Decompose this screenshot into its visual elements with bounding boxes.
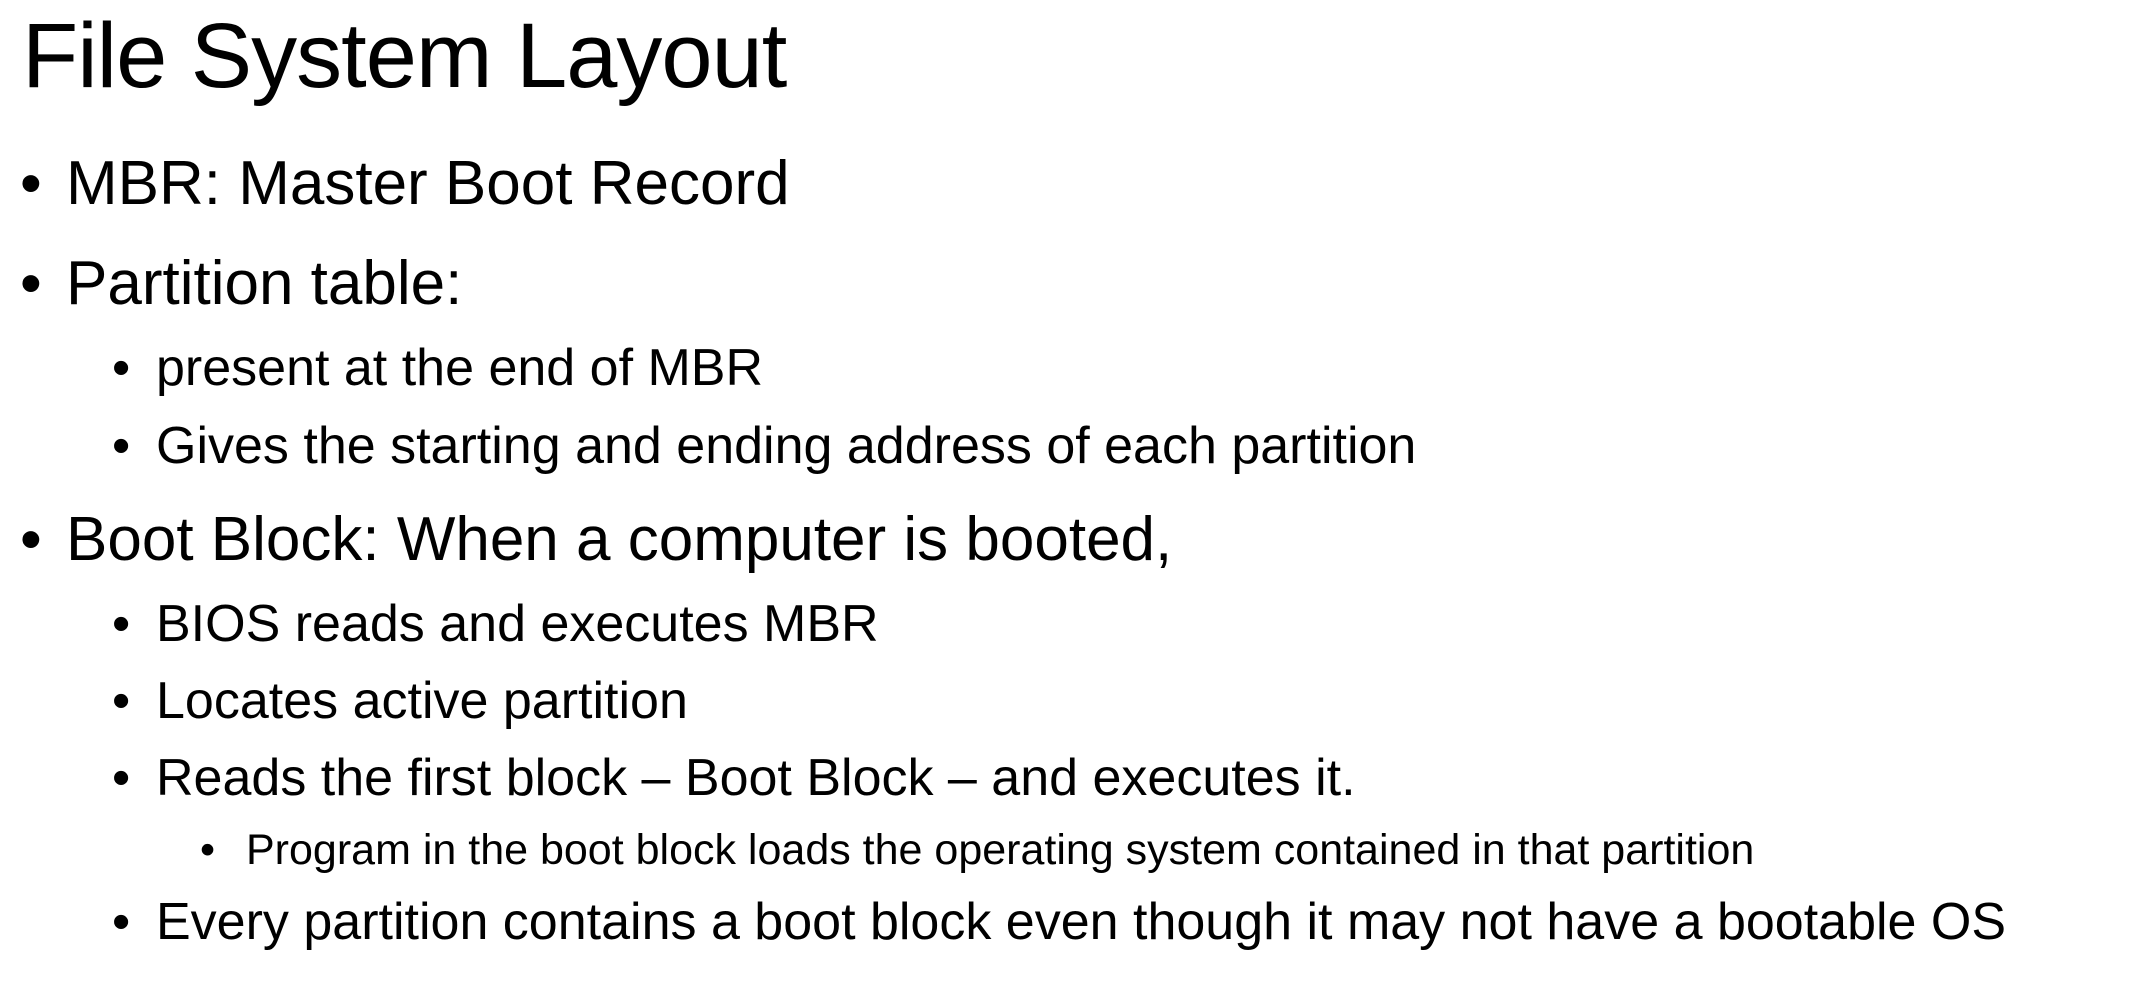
slide: File System Layout • MBR: Master Boot Re…	[0, 0, 2146, 998]
bullet-text: Partition table:	[66, 249, 463, 318]
bullet-text: Every partition contains a boot block ev…	[156, 893, 2007, 951]
bullet-icon: •	[200, 826, 216, 874]
sub-bullet-item: • Reads the first block – Boot Block – a…	[112, 748, 1356, 808]
bullet-icon: •	[112, 339, 131, 397]
bullet-icon: •	[20, 149, 42, 218]
sub-bullet-item: • Every partition contains a boot block …	[112, 892, 2006, 952]
sub-sub-bullet-item: • Program in the boot block loads the op…	[200, 826, 1754, 875]
bullet-icon: •	[112, 672, 131, 730]
bullet-text: BIOS reads and executes MBR	[156, 595, 879, 653]
bullet-text: Program in the boot block loads the oper…	[246, 826, 1755, 874]
bullet-icon: •	[112, 417, 131, 475]
bullet-icon: •	[20, 505, 42, 574]
bullet-text: present at the end of MBR	[156, 339, 764, 397]
bullet-item: • MBR: Master Boot Record	[20, 148, 790, 219]
bullet-text: Locates active partition	[156, 672, 688, 730]
bullet-list: • MBR: Master Boot Record • Partition ta…	[0, 0, 2146, 998]
bullet-icon: •	[20, 249, 42, 318]
bullet-icon: •	[112, 893, 131, 951]
sub-bullet-item: • Locates active partition	[112, 671, 688, 731]
bullet-icon: •	[112, 749, 131, 807]
bullet-item: • Partition table:	[20, 248, 462, 319]
sub-bullet-item: • Gives the starting and ending address …	[112, 416, 1416, 476]
bullet-text: Boot Block: When a computer is booted,	[66, 505, 1173, 574]
sub-bullet-item: • present at the end of MBR	[112, 338, 763, 398]
bullet-text: Gives the starting and ending address of…	[156, 417, 1417, 475]
bullet-text: Reads the first block – Boot Block – and…	[156, 749, 1356, 807]
bullet-icon: •	[112, 595, 131, 653]
sub-bullet-item: • BIOS reads and executes MBR	[112, 594, 879, 654]
bullet-item: • Boot Block: When a computer is booted,	[20, 504, 1172, 575]
bullet-text: MBR: Master Boot Record	[66, 149, 790, 218]
